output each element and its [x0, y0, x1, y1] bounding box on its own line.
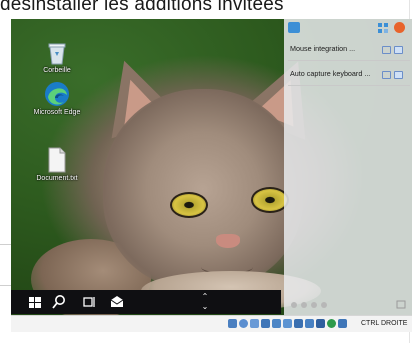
panel-item-label: Mouse integration ... — [290, 44, 356, 53]
panel-header — [284, 19, 412, 37]
windows-start-icon[interactable] — [27, 294, 43, 310]
host-key-label: CTRL DROITE — [361, 320, 408, 327]
display-icon[interactable] — [294, 319, 303, 328]
panel-item-mouse-integration[interactable]: Mouse integration ... — [288, 38, 410, 61]
chevron-down-icon: ⌄ — [201, 302, 209, 311]
grid-view-icon[interactable] — [378, 23, 388, 33]
virtualbox-mini-toolbar-panel: Mouse integration ... Auto capture keybo… — [284, 19, 412, 315]
task-view-icon[interactable] — [81, 294, 97, 310]
mouse-integration-icon[interactable] — [327, 319, 336, 328]
toggle-icon[interactable] — [394, 46, 403, 54]
toggle-icon[interactable] — [394, 71, 403, 79]
taskbar: ⌃ ⌄ — [11, 290, 281, 314]
optical-drive-icon[interactable] — [239, 319, 248, 328]
desktop-icon-label: Document.txt — [36, 175, 78, 182]
vm-status-bar: CTRL DROITE — [11, 315, 412, 332]
audio-icon[interactable] — [250, 319, 259, 328]
desktop-icon-recycle-bin[interactable]: Corbeille — [25, 41, 89, 74]
edge-browser-icon — [45, 82, 69, 106]
desktop-icon-label: Microsoft Edge — [33, 109, 81, 116]
virtualbox-app-icon[interactable] — [288, 22, 300, 33]
settings-icon[interactable] — [394, 22, 405, 33]
taskbar-scroll-chevron[interactable]: ⌃ ⌄ — [201, 292, 209, 312]
desktop-icon-edge[interactable]: Microsoft Edge — [25, 81, 89, 116]
pin-icon[interactable] — [382, 71, 391, 79]
recycle-bin-icon — [48, 43, 66, 65]
mail-icon[interactable] — [109, 294, 125, 310]
panel-footer-tray — [284, 295, 412, 315]
desktop-icon-label: Corbeille — [43, 67, 71, 74]
wallpaper-cat-eye-left — [170, 192, 208, 218]
host-caption: désinstaller les additions invitées — [0, 0, 284, 15]
text-document-icon — [48, 147, 66, 173]
wallpaper-cat-nose — [216, 234, 240, 248]
hard-disk-icon[interactable] — [228, 319, 237, 328]
video-capture-icon[interactable] — [305, 319, 314, 328]
system-tray-icons — [291, 302, 327, 308]
panel-item-auto-capture-keyboard[interactable]: Auto capture keyboard ... — [288, 63, 410, 86]
shared-folders-icon[interactable] — [283, 319, 292, 328]
cpu-icon[interactable] — [316, 319, 325, 328]
search-icon[interactable] — [51, 294, 67, 310]
usb-icon[interactable] — [272, 319, 281, 328]
notification-icon[interactable] — [396, 300, 406, 310]
panel-item-label: Auto capture keyboard ... — [290, 69, 371, 78]
chevron-up-icon: ⌃ — [201, 292, 209, 301]
network-icon[interactable] — [261, 319, 270, 328]
vm-screen[interactable]: Corbeille Microsoft Edge Document.txt ⌃ … — [11, 19, 412, 315]
pin-icon[interactable] — [382, 46, 391, 54]
desktop-icon-document[interactable]: Document.txt — [25, 147, 89, 182]
keyboard-capture-icon[interactable] — [338, 319, 347, 328]
